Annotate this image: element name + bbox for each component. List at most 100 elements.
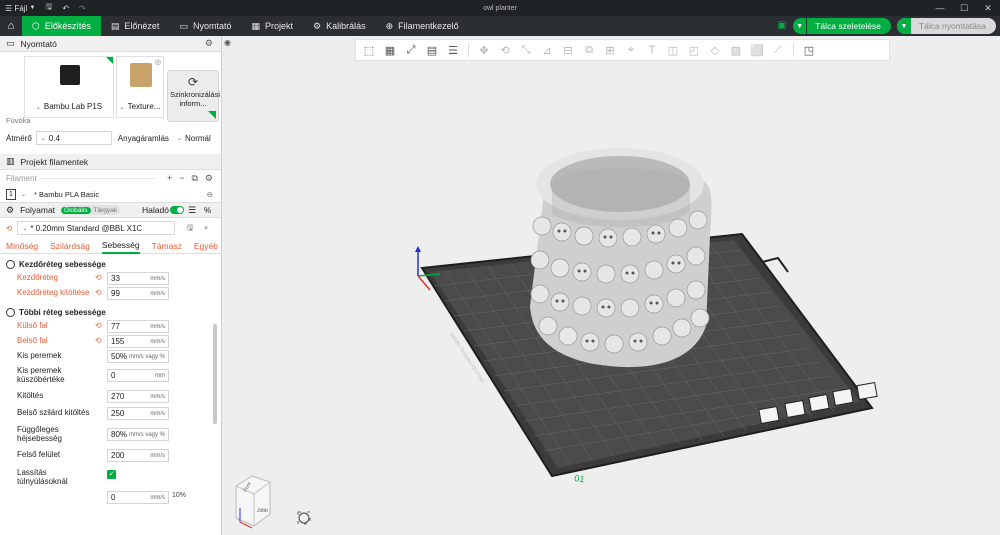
- nozzle-corner-icon[interactable]: [208, 111, 216, 119]
- param-input[interactable]: 0 mm/s: [107, 491, 169, 504]
- printer-card[interactable]: ⌄ Bambu Lab P1S: [24, 56, 114, 118]
- minimize-icon[interactable]: —: [928, 0, 952, 16]
- param-input[interactable]: 80% mm/s vagy %: [107, 428, 169, 441]
- undo-icon[interactable]: ↶: [57, 0, 74, 16]
- param-label: Belső fal: [17, 336, 48, 345]
- plate-close-icon[interactable]: [856, 381, 878, 401]
- tab-calibration[interactable]: ⚙ Kalibrálás: [303, 16, 376, 36]
- tab-prepare[interactable]: ⬡ Előkészítés: [22, 16, 101, 36]
- reset-icon[interactable]: ⟲: [95, 336, 102, 345]
- tab-others[interactable]: Egyéb: [194, 238, 218, 254]
- reset-icon[interactable]: ⟲: [95, 321, 102, 330]
- tab-preview[interactable]: ▤ Előnézet: [101, 16, 170, 36]
- search-icon[interactable]: ⌕: [204, 223, 208, 233]
- slice-plate-label: Tálca szeletelése: [815, 21, 881, 31]
- plate-lock-icon[interactable]: [784, 399, 806, 419]
- plate-orient-icon[interactable]: [832, 387, 854, 407]
- edit-corner-icon[interactable]: [106, 57, 113, 64]
- view-cube-right: Jobb: [257, 508, 268, 514]
- reset-icon[interactable]: ⟲: [95, 273, 102, 282]
- tab-support[interactable]: Támasz: [152, 238, 182, 254]
- param-input[interactable]: 77 mm/s: [107, 320, 169, 333]
- cube-icon: ⬡: [32, 20, 40, 31]
- process-tabs: Minőség Szilárdság Sebesség Támasz Egyéb: [0, 238, 221, 254]
- fit-view-icon[interactable]: [297, 511, 311, 525]
- redo-icon[interactable]: ↷: [74, 0, 91, 16]
- process-preset-select[interactable]: ⌄ * 0.20mm Standard @BBL X1C: [17, 221, 176, 235]
- print-plate-button[interactable]: ▼ Tálca nyomtatása: [896, 18, 996, 34]
- owl-planter-model[interactable]: [530, 148, 712, 368]
- param-unit: mm/s: [150, 453, 165, 459]
- param-row: Kitöltés 270 mm/s: [0, 389, 221, 404]
- reset-icon[interactable]: ⟲: [95, 288, 102, 297]
- printer-thumbnail: [60, 65, 80, 85]
- tab-printer[interactable]: ▭ Nyomtató: [169, 16, 241, 36]
- 3d-viewport[interactable]: ◉ ⬚ ▦ ⤢ ▤ ☰ ✥ ⟲ ⤡ ⊿ ⊟ ⧉ ⊞ ⌖ T ◫ ◰ ◇ ▧ ⬜ …: [222, 36, 1000, 535]
- filament-remove-icon[interactable]: ⊖: [207, 190, 213, 199]
- plate-name: Texture...: [127, 102, 161, 111]
- plate-arrange-icon[interactable]: [808, 393, 830, 413]
- process-preset-value: * 0.20mm Standard @BBL X1C: [30, 223, 143, 233]
- param-input[interactable]: 0 mm: [107, 369, 169, 382]
- param-value: 0: [111, 493, 116, 502]
- chevron-down-icon: ⌄: [119, 105, 125, 111]
- sidebar-scrollbar[interactable]: [213, 324, 217, 424]
- flow-select[interactable]: ⌄ Normál: [172, 131, 217, 145]
- nozzle-header: Fúvóka: [6, 116, 31, 125]
- group-title: Kezdőréteg sebessége: [19, 259, 106, 269]
- chevron-down-icon[interactable]: ▼: [793, 18, 808, 34]
- param-row: Kezdőréteg ⟲ 33 mm/s: [0, 271, 221, 286]
- param-input[interactable]: 99 mm/s: [107, 287, 169, 300]
- gear-icon[interactable]: ⚙: [205, 173, 213, 184]
- param-input[interactable]: 270 mm/s: [107, 390, 169, 403]
- list-icon[interactable]: ☰: [188, 205, 196, 216]
- param-label: Felső felület: [17, 450, 61, 459]
- scope-global[interactable]: Globális: [61, 206, 91, 214]
- param-value: 80%: [111, 430, 128, 439]
- param-input[interactable]: 33 mm/s: [107, 272, 169, 285]
- tab-speed[interactable]: Sebesség: [101, 238, 140, 254]
- percent-icon[interactable]: %: [204, 206, 211, 215]
- remove-icon[interactable]: −: [179, 173, 184, 184]
- scope-switch[interactable]: Globális Tárgyak: [61, 205, 121, 215]
- file-menu[interactable]: ☰ Fájl ▼: [0, 0, 40, 16]
- multi-device-icon[interactable]: ▣: [777, 21, 787, 31]
- tab-project[interactable]: ▦ Projekt: [241, 16, 303, 36]
- slice-plate-button[interactable]: ▼ Tálca szeletelése: [793, 18, 891, 34]
- add-icon[interactable]: +: [167, 173, 172, 184]
- info-icon[interactable]: ◎: [155, 58, 161, 66]
- plate-card[interactable]: ⌄ Texture... ◎: [116, 56, 164, 118]
- nozzle-diameter-select[interactable]: ⌄ 0.4: [35, 131, 112, 145]
- tab-strength[interactable]: Szilárdság: [50, 238, 90, 254]
- filament-item[interactable]: 1 ⌄ * Bambu PLA Basic ⊖: [0, 186, 221, 202]
- param-input[interactable]: 155 mm/s: [107, 335, 169, 348]
- view-cube[interactable]: Fent Jobb: [235, 475, 271, 529]
- param-unit: mm/s: [150, 495, 165, 501]
- clock-icon: [6, 259, 15, 269]
- sync-ams-icon[interactable]: ⧉: [191, 173, 197, 184]
- param-value: 250: [111, 409, 125, 418]
- tab-quality[interactable]: Minőség: [6, 238, 38, 254]
- save-icon[interactable]: 🖫: [40, 0, 57, 16]
- overhang-checkbox[interactable]: ✓: [107, 470, 116, 479]
- param-input[interactable]: 200 mm/s: [107, 449, 169, 462]
- save-preset-icon[interactable]: 🖫: [187, 222, 193, 235]
- nozzle-diameter-label: Átmérő: [6, 133, 32, 143]
- param-input[interactable]: 250 mm/s: [107, 407, 169, 420]
- param-row: Kezdőréteg kitöltése ⟲ 99 mm/s: [0, 286, 221, 301]
- maximize-icon[interactable]: ☐: [952, 0, 976, 16]
- advanced-toggle[interactable]: [170, 206, 184, 214]
- tab-filament-manager[interactable]: ⊕ Filamentkezelő: [376, 16, 469, 36]
- param-unit: mm/s: [150, 339, 165, 345]
- scope-objects[interactable]: Tárgyak: [91, 207, 120, 214]
- param-input[interactable]: 50% mm/s vagy %: [107, 350, 169, 363]
- close-icon[interactable]: ✕: [976, 0, 1000, 16]
- filament-section-title: Projekt filamentek: [20, 156, 89, 167]
- gear-icon[interactable]: ⚙: [205, 38, 213, 49]
- chevron-down-icon[interactable]: ▼: [896, 18, 911, 34]
- home-icon[interactable]: ⌂: [0, 16, 22, 36]
- clock-icon: [6, 307, 15, 317]
- chevron-down-icon[interactable]: ⌄: [21, 191, 26, 198]
- param-label: Kezdőréteg kitöltése: [17, 288, 90, 297]
- plate-settings-icon[interactable]: [758, 405, 780, 425]
